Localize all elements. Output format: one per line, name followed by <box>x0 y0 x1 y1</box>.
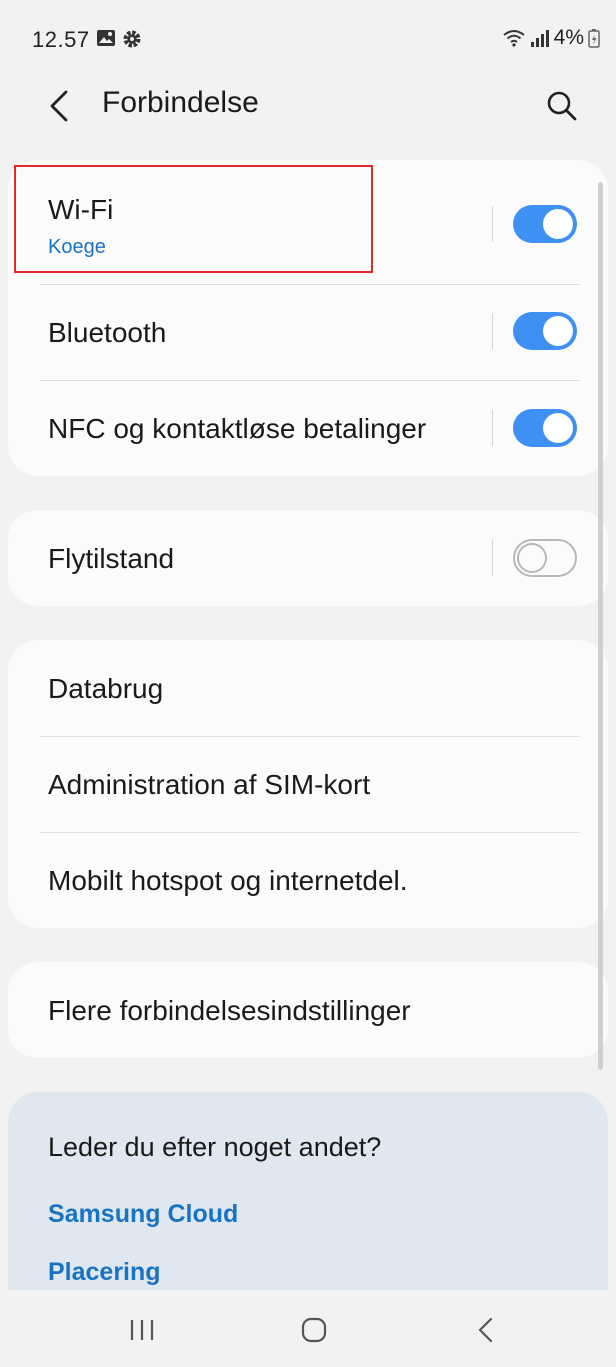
connections-screen: 12.57 4% Forbindelse Wi-Fi Koege Bluetoo… <box>0 0 616 1367</box>
toggle-knob <box>543 209 573 239</box>
row-airplane-mode[interactable]: Flytilstand <box>8 510 608 606</box>
navigation-bar <box>0 1290 616 1367</box>
link-samsung-cloud[interactable]: Samsung Cloud <box>48 1200 238 1229</box>
data-usage-label: Databrug <box>48 673 164 704</box>
search-icon[interactable] <box>544 88 580 124</box>
status-bar: 12.57 4% <box>0 0 616 84</box>
separator <box>492 206 493 242</box>
settings-gear-icon <box>123 30 141 48</box>
row-nfc[interactable]: NFC og kontaktløse betalinger <box>8 381 608 476</box>
cell-signal-icon <box>530 30 549 47</box>
link-location[interactable]: Placering <box>48 1258 161 1287</box>
card-more-settings: Flere forbindelsesindstillinger <box>8 962 608 1058</box>
toggle-knob <box>543 413 573 443</box>
back-nav-icon[interactable] <box>466 1310 506 1350</box>
nfc-toggle[interactable] <box>513 409 577 447</box>
wifi-signal-icon <box>503 30 525 47</box>
status-right-group: 4% <box>502 26 600 50</box>
row-bluetooth[interactable]: Bluetooth <box>8 285 608 380</box>
separator <box>492 410 493 446</box>
battery-percent: 4% <box>553 26 584 49</box>
suggestions-title: Leder du efter noget andet? <box>48 1132 382 1162</box>
scrollbar[interactable] <box>598 182 603 1070</box>
hotspot-label: Mobilt hotspot og internetdel. <box>48 865 408 896</box>
row-wifi[interactable]: Wi-Fi Koege <box>8 160 608 284</box>
card-wireless: Wi-Fi Koege Bluetooth NFC og kontaktløse… <box>8 160 608 476</box>
card-airplane: Flytilstand <box>8 510 608 606</box>
toggle-knob <box>543 316 573 346</box>
chevron-left-icon[interactable] <box>44 86 74 126</box>
more-connection-settings-label: Flere forbindelsesindstillinger <box>48 995 411 1026</box>
gallery-icon <box>97 30 115 46</box>
wifi-label: Wi-Fi <box>48 194 114 225</box>
app-header: Forbindelse <box>0 74 616 136</box>
battery-charging-icon <box>588 29 600 48</box>
page-title: Forbindelse <box>102 86 259 119</box>
row-data-usage[interactable]: Databrug <box>8 640 608 736</box>
wifi-network-name: Koege <box>48 236 106 258</box>
sim-management-label: Administration af SIM-kort <box>48 769 371 800</box>
nfc-label: NFC og kontaktløse betalinger <box>48 413 427 444</box>
row-sim-management[interactable]: Administration af SIM-kort <box>8 737 608 832</box>
wifi-toggle[interactable] <box>513 205 577 243</box>
bluetooth-label: Bluetooth <box>48 317 167 348</box>
card-data: Databrug Administration af SIM-kort Mobi… <box>8 640 608 928</box>
status-time: 12.57 <box>32 27 90 52</box>
separator <box>492 313 493 349</box>
row-more-connection-settings[interactable]: Flere forbindelsesindstillinger <box>8 962 608 1058</box>
home-icon[interactable] <box>294 1310 334 1350</box>
bluetooth-toggle[interactable] <box>513 312 577 350</box>
suggestions-panel: Leder du efter noget andet? Samsung Clou… <box>8 1092 608 1292</box>
toggle-knob <box>517 543 547 573</box>
airplane-mode-label: Flytilstand <box>48 543 175 574</box>
row-hotspot[interactable]: Mobilt hotspot og internetdel. <box>8 833 608 928</box>
airplane-mode-toggle[interactable] <box>513 539 577 577</box>
separator <box>492 540 493 576</box>
recent-apps-icon[interactable] <box>122 1310 162 1350</box>
